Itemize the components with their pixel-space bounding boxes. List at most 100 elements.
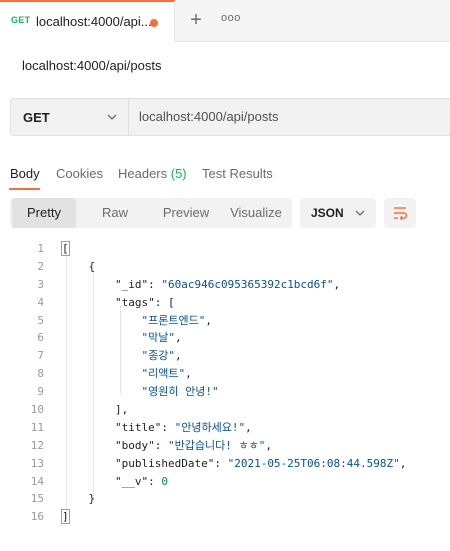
json-string: "2021-05-25T06:08:44.598Z"	[227, 456, 400, 470]
code-text: "프론트엔드",	[141, 313, 212, 327]
code-line: 12 "body": "반갑습니다! ㅎㅎ",	[0, 437, 450, 455]
json-string: "반갑습니다! ㅎㅎ"	[167, 438, 266, 452]
response-body-viewer[interactable]: 1[2 {3 "_id": "60ac946c095365392c1bcd6f"…	[0, 240, 450, 526]
tab-cookies[interactable]: Cookies	[56, 166, 103, 181]
code-line: 15 }	[0, 490, 450, 508]
url-input[interactable]: localhost:4000/api/posts	[139, 109, 278, 124]
request-tab[interactable]: GET localhost:4000/api...	[0, 0, 175, 42]
json-string: "영원히 안녕!"	[141, 385, 219, 399]
line-number: 14	[30, 474, 44, 488]
code-text: "title": "안녕하세요!",	[114, 420, 252, 434]
line-number: 3	[37, 277, 44, 291]
code-line: 16]	[0, 508, 450, 526]
tab-headers[interactable]: Headers (5)	[118, 166, 187, 181]
code-text: "리액트",	[141, 367, 192, 381]
tab-title: localhost:4000/api...	[36, 14, 152, 29]
format-toggle-group: Pretty Raw Preview Visualize	[10, 198, 292, 228]
line-number: 8	[37, 367, 44, 381]
wrap-lines-icon	[394, 207, 408, 221]
json-key: "body"	[114, 438, 155, 452]
code-line: 10 ],	[0, 401, 450, 419]
json-key: "tags"	[114, 295, 155, 309]
visualize-button[interactable]: Visualize	[220, 198, 292, 228]
code-text: "막날",	[141, 331, 182, 345]
json-string: "리액트"	[141, 367, 186, 381]
chevron-down-icon	[107, 114, 117, 120]
json-key: "_id"	[114, 277, 149, 291]
line-number: 16	[30, 510, 44, 524]
tab-method-label: GET	[11, 15, 31, 25]
more-tabs-button[interactable]: ooo	[221, 12, 241, 24]
code-line: 7 "종강",	[0, 347, 450, 365]
plus-icon: +	[190, 9, 202, 31]
code-line: 5 "프론트엔드",	[0, 312, 450, 330]
line-number: 7	[37, 349, 44, 363]
json-string: "안녕하세요!"	[174, 420, 246, 434]
code-line: 14 "__v": 0	[0, 473, 450, 491]
code-text: "종강",	[141, 349, 182, 363]
pretty-button[interactable]: Pretty	[12, 198, 76, 228]
tab-body[interactable]: Body	[10, 166, 40, 181]
json-key: "title"	[114, 420, 162, 434]
code-text: ],	[62, 403, 129, 417]
new-tab-button[interactable]: +	[187, 9, 205, 31]
code-line: 6 "막날",	[0, 329, 450, 347]
chevron-down-icon	[355, 210, 365, 216]
json-string: "종강"	[141, 349, 175, 363]
code-line: 8 "리액트",	[0, 365, 450, 383]
unsaved-dot-icon	[150, 19, 158, 27]
code-lines: 1[2 {3 "_id": "60ac946c095365392c1bcd6f"…	[0, 240, 450, 526]
json-key: "publishedDate"	[114, 456, 215, 470]
line-number: 11	[30, 420, 44, 434]
request-tab-bar: GET localhost:4000/api... + ooo	[0, 0, 450, 42]
line-number: 12	[30, 438, 44, 452]
code-text: "__v": 0	[114, 474, 168, 488]
preview-button[interactable]: Preview	[148, 198, 224, 228]
line-number: 13	[30, 456, 44, 470]
json-string: "막날"	[141, 331, 175, 345]
line-number: 6	[37, 331, 44, 345]
code-text: "영원히 안녕!"	[62, 383, 219, 401]
line-number: 5	[37, 313, 44, 327]
matched-bracket: [	[61, 241, 70, 256]
headers-count-badge: (5)	[170, 166, 187, 181]
code-text: "tags": [	[114, 295, 175, 309]
request-name: localhost:4000/api/posts	[22, 58, 162, 73]
active-tab-indicator	[9, 188, 40, 190]
tab-test-results[interactable]: Test Results	[202, 166, 273, 181]
language-select-label: JSON	[311, 206, 344, 220]
code-text: "body": "반갑습니다! ㅎㅎ",	[114, 438, 272, 452]
code-line: 9 "영원히 안녕!"	[0, 383, 450, 401]
matched-bracket: ]	[61, 509, 70, 525]
language-select[interactable]: JSON	[300, 198, 376, 228]
code-line: 3 "_id": "60ac946c095365392c1bcd6f",	[0, 276, 450, 294]
line-number: 1	[37, 242, 44, 255]
code-text: }	[62, 492, 96, 506]
code-text: "_id": "60ac946c095365392c1bcd6f",	[114, 277, 341, 291]
code-line: 13 "publishedDate": "2021-05-25T06:08:44…	[0, 455, 450, 473]
json-string: "60ac946c095365392c1bcd6f"	[161, 277, 334, 291]
code-text: ]	[61, 508, 70, 526]
raw-button[interactable]: Raw	[82, 198, 148, 228]
wrap-lines-button[interactable]	[384, 198, 416, 228]
line-number: 10	[30, 403, 44, 417]
json-key: "__v"	[114, 474, 149, 488]
code-line: 1[	[0, 240, 450, 258]
method-select-label: GET	[23, 110, 50, 125]
line-number: 9	[37, 385, 44, 399]
url-bar: GET localhost:4000/api/posts	[10, 98, 450, 136]
line-number: 2	[37, 259, 44, 273]
code-text: "publishedDate": "2021-05-25T06:08:44.59…	[114, 456, 407, 470]
json-string: "프론트엔드"	[141, 313, 206, 327]
code-line: 11 "title": "안녕하세요!",	[0, 419, 450, 437]
json-number: 0	[161, 474, 168, 488]
line-number: 4	[37, 295, 44, 309]
tab-headers-label: Headers	[118, 166, 171, 181]
code-text: [	[61, 240, 70, 258]
method-select[interactable]: GET	[11, 99, 129, 135]
more-horizontal-icon: ooo	[221, 12, 241, 24]
code-line: 2 {	[0, 258, 450, 276]
response-tabs: Body Cookies Headers (5) Test Results	[0, 160, 450, 190]
line-number: 15	[30, 492, 44, 506]
code-line: 4 "tags": [	[0, 294, 450, 312]
